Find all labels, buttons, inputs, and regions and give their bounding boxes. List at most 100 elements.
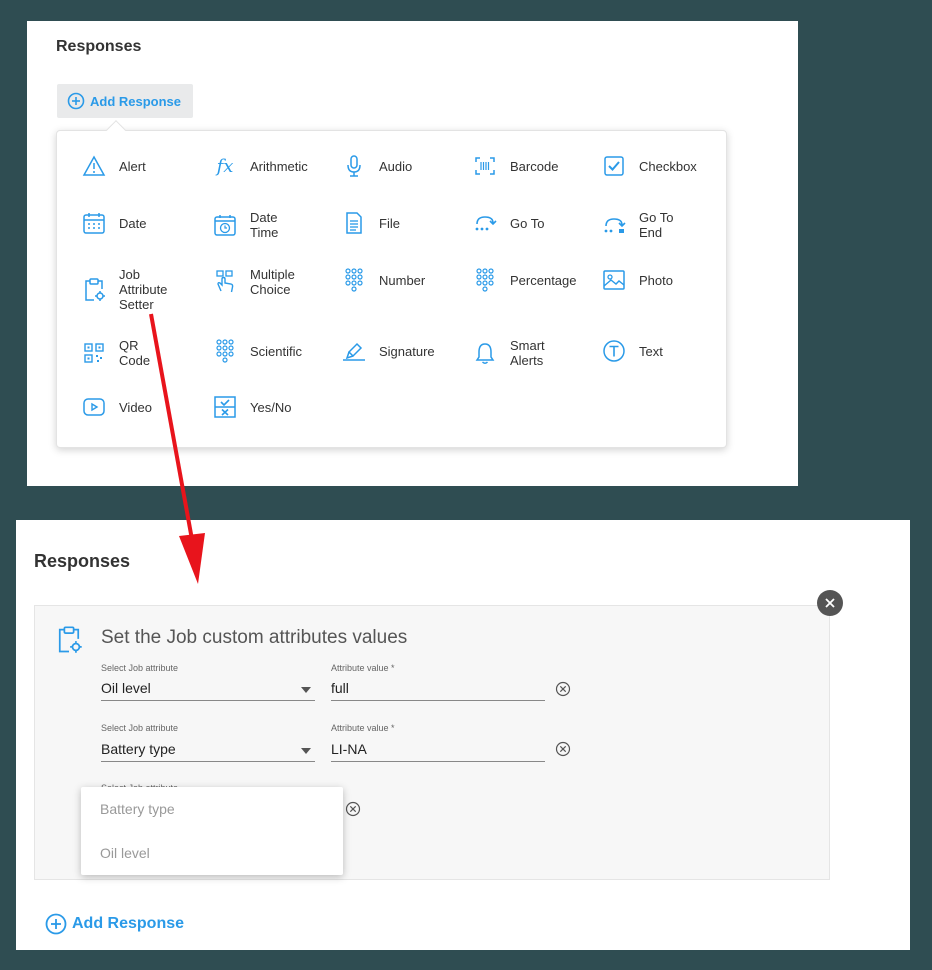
menu-caret <box>106 120 126 140</box>
menu-item-label: Video <box>119 399 153 415</box>
menu-item-yes-no[interactable]: Yes/No <box>212 394 337 420</box>
menu-item-label: Date Time <box>250 210 279 240</box>
dropdown-arrow-icon <box>301 687 311 693</box>
microphone-icon <box>341 153 367 179</box>
checkbox-icon <box>601 153 627 179</box>
menu-item-label: Text <box>639 343 663 359</box>
clear-row-icon[interactable] <box>555 741 571 762</box>
menu-item-label: Go To <box>510 215 545 231</box>
goto-end-icon <box>601 212 627 238</box>
menu-item-audio[interactable]: Audio <box>341 153 466 179</box>
add-response-button[interactable]: Add Response <box>45 913 184 935</box>
select-job-attribute[interactable]: Battery type <box>101 738 315 762</box>
yes-no-icon <box>212 394 238 420</box>
menu-item-barcode[interactable]: Barcode <box>472 153 597 179</box>
plus-circle-icon <box>67 92 85 110</box>
qr-code-icon <box>81 340 107 366</box>
menu-item-label: Arithmetic <box>250 158 308 174</box>
menu-item-label: Date <box>119 215 147 231</box>
menu-item-date-time[interactable]: Date Time <box>212 210 337 240</box>
menu-item-percentage[interactable]: Percentage <box>472 267 597 293</box>
attribute-value: LI-NA <box>331 741 367 757</box>
menu-item-label: Smart Alerts <box>510 338 545 368</box>
text-icon <box>601 338 627 364</box>
menu-item-video[interactable]: Video <box>81 394 206 420</box>
bell-icon <box>472 340 498 366</box>
menu-item-signature[interactable]: Signature <box>341 338 466 364</box>
keypad-icon <box>472 267 498 293</box>
calendar-clock-icon <box>212 212 238 238</box>
menu-item-text[interactable]: Text <box>601 338 726 364</box>
menu-item-label: Job Attribute Setter <box>119 267 168 312</box>
select-job-attribute-label: Select Job attribute <box>101 663 179 673</box>
keypad-icon <box>341 267 367 293</box>
clear-row-icon[interactable] <box>555 681 571 702</box>
goto-icon <box>472 210 498 236</box>
image-icon <box>601 267 627 293</box>
menu-item-job-attribute-setter[interactable]: Job Attribute Setter <box>81 267 206 312</box>
select-value: Battery type <box>101 741 176 757</box>
menu-item-label: Alert <box>119 158 146 174</box>
close-card-button[interactable] <box>817 590 843 616</box>
menu-item-file[interactable]: File <box>341 210 466 236</box>
attribute-value-input[interactable]: full <box>331 677 545 701</box>
menu-item-scientific[interactable]: Scientific <box>212 338 337 364</box>
menu-item-label: Percentage <box>510 272 577 288</box>
attribute-value: full <box>331 680 349 696</box>
select-job-attribute-label: Select Job attribute <box>101 723 179 733</box>
menu-item-qr-code[interactable]: QR Code <box>81 338 206 368</box>
responses-panel-top: Responses Add Response Alert fx Arithmet… <box>27 21 798 486</box>
menu-item-date[interactable]: Date <box>81 210 206 236</box>
select-job-attribute[interactable]: Oil level <box>101 677 315 701</box>
menu-item-label: File <box>379 215 400 231</box>
menu-item-label: Scientific <box>250 343 303 359</box>
menu-item-go-to-end[interactable]: Go To End <box>601 210 726 240</box>
menu-item-label: Signature <box>379 343 435 359</box>
menu-item-multiple-choice[interactable]: Multiple Choice <box>212 267 337 297</box>
card-title: Set the Job custom attributes values <box>101 627 408 648</box>
dropdown-arrow-icon <box>301 748 311 754</box>
menu-item-go-to[interactable]: Go To <box>472 210 597 236</box>
menu-item-number[interactable]: Number <box>341 267 466 293</box>
clipboard-gear-icon <box>81 277 107 303</box>
menu-item-photo[interactable]: Photo <box>601 267 726 293</box>
close-icon <box>825 598 835 608</box>
hand-pointer-icon <box>212 269 238 295</box>
response-type-menu: Alert fx Arithmetic Audio Barcode Checkb… <box>56 120 727 448</box>
calendar-icon <box>81 210 107 236</box>
menu-item-label: Number <box>379 272 426 288</box>
keypad-icon <box>212 338 238 364</box>
job-attribute-dropdown: Battery type Oil level <box>81 787 343 875</box>
responses-panel-bottom: Responses Set the Job custom attributes … <box>16 520 910 950</box>
function-icon: fx <box>216 155 234 177</box>
attribute-value-label: Attribute value * <box>331 723 395 733</box>
menu-item-label: Yes/No <box>250 399 292 415</box>
menu-item-arithmetic[interactable]: fx Arithmetic <box>212 153 337 179</box>
clipboard-gear-icon <box>55 625 83 660</box>
attribute-value-input[interactable]: LI-NA <box>331 738 545 762</box>
menu-item-smart-alerts[interactable]: Smart Alerts <box>472 338 597 368</box>
video-icon <box>81 394 107 420</box>
clear-row-icon[interactable] <box>345 801 361 822</box>
menu-item-label: Go To End <box>639 210 674 240</box>
menu-item-checkbox[interactable]: Checkbox <box>601 153 726 179</box>
barcode-icon <box>472 153 498 179</box>
dropdown-option[interactable]: Battery type <box>100 801 175 817</box>
menu-item-label: Photo <box>639 272 673 288</box>
menu-item-label: Audio <box>379 158 413 174</box>
responses-title: Responses <box>56 38 142 55</box>
signature-icon <box>341 338 367 364</box>
attribute-value-label: Attribute value * <box>331 663 395 673</box>
menu-item-label: Multiple Choice <box>250 267 295 297</box>
add-response-label: Add Response <box>90 93 182 109</box>
plus-circle-icon <box>45 913 67 935</box>
select-value: Oil level <box>101 680 151 696</box>
add-response-button[interactable]: Add Response <box>57 84 193 118</box>
menu-item-label: QR Code <box>119 338 151 368</box>
menu-item-alert[interactable]: Alert <box>81 153 206 179</box>
dropdown-option[interactable]: Oil level <box>100 845 150 861</box>
responses-title: Responses <box>34 551 131 571</box>
menu-item-label: Barcode <box>510 158 559 174</box>
menu-item-label: Checkbox <box>639 158 697 174</box>
alert-icon <box>81 153 107 179</box>
